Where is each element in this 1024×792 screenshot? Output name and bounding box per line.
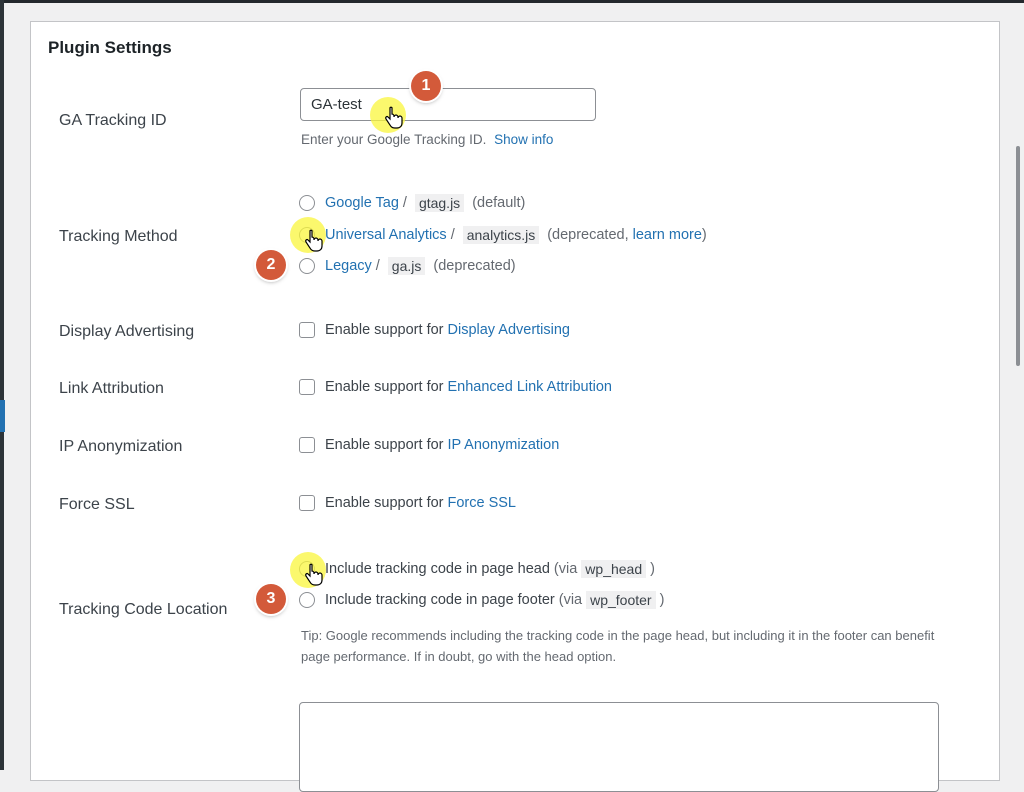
radio-gtag[interactable] (299, 195, 315, 211)
head-option-text: Include tracking code in page head (325, 561, 550, 577)
ga-tracking-id-input[interactable] (300, 88, 596, 121)
radio-footer[interactable] (299, 592, 315, 608)
via-close: ) (659, 592, 665, 608)
force-ssl-link[interactable]: Force SSL (448, 495, 517, 511)
display-advertising-label: Display Advertising (59, 323, 195, 340)
learn-more-link[interactable]: learn more (633, 227, 702, 243)
ip-anonymization-label: IP Anonymization (59, 438, 183, 455)
footer-option-text: Include tracking code in page footer (325, 592, 555, 608)
left-sidebar-edge (0, 0, 4, 770)
top-admin-bar (0, 0, 1024, 3)
suffix-close: ) (701, 227, 707, 243)
tracking-method-label: Tracking Method (59, 228, 178, 245)
separator: / (450, 227, 455, 243)
enable-support-text: Enable support for (325, 437, 444, 453)
via-text: (via (558, 592, 583, 608)
sidebar-collapse-tab[interactable] (0, 400, 5, 432)
tracking-code-location-label: Tracking Code Location (59, 601, 228, 618)
radio-legacy[interactable] (299, 258, 315, 274)
hand-pointer-icon (305, 229, 323, 252)
link-attribution-label: Link Attribution (59, 380, 164, 397)
legacy-link[interactable]: Legacy (325, 258, 372, 274)
ip-anonymization-option[interactable]: Enable support for IP Anonymization (299, 437, 559, 453)
suffix-deprecated: (deprecated, (547, 227, 629, 243)
ip-anonymization-checkbox[interactable] (299, 437, 315, 453)
step-badge-1: 1 (411, 71, 441, 101)
google-tag-link[interactable]: Google Tag (325, 195, 399, 211)
step-badge-3: 3 (256, 584, 286, 614)
separator: / (402, 195, 407, 211)
tracking-id-help-text: Enter your Google Tracking ID. (301, 132, 487, 147)
display-advertising-link[interactable]: Display Advertising (448, 322, 571, 338)
link-attribution-link[interactable]: Enhanced Link Attribution (448, 379, 612, 395)
code-analytics: analytics.js (462, 226, 540, 244)
force-ssl-option[interactable]: Enable support for Force SSL (299, 495, 516, 511)
tracking-location-option-footer[interactable]: Include tracking code in page footer (vi… (299, 591, 664, 609)
page-scrollbar[interactable] (1013, 3, 1024, 770)
display-advertising-option[interactable]: Enable support for Display Advertising (299, 322, 570, 338)
code-wp-head: wp_head (581, 560, 647, 578)
via-text: (via (553, 561, 578, 577)
force-ssl-checkbox[interactable] (299, 495, 315, 511)
force-ssl-label: Force SSL (59, 496, 135, 513)
link-attribution-checkbox[interactable] (299, 379, 315, 395)
universal-analytics-link[interactable]: Universal Analytics (325, 227, 447, 243)
show-info-link[interactable]: Show info (494, 132, 553, 147)
via-close: ) (650, 561, 655, 577)
code-ga: ga.js (387, 257, 426, 275)
code-wp-footer: wp_footer (586, 591, 656, 609)
ga-tracking-id-label: GA Tracking ID (59, 112, 167, 129)
display-advertising-checkbox[interactable] (299, 322, 315, 338)
scrollbar-thumb[interactable] (1016, 146, 1020, 366)
panel-title: Plugin Settings (48, 38, 172, 57)
tracking-location-option-head[interactable]: Include tracking code in page head (via … (299, 560, 655, 578)
tracking-location-tip: Tip: Google recommends including the tra… (301, 628, 935, 664)
code-gtag: gtag.js (414, 194, 465, 212)
ga-tracking-id-description: Enter your Google Tracking ID. Show info (301, 132, 553, 147)
hand-pointer-icon (305, 563, 323, 586)
suffix-deprecated: (deprecated) (433, 258, 516, 274)
enable-support-text: Enable support for (325, 322, 444, 338)
enable-support-text: Enable support for (325, 379, 444, 395)
suffix-default: (default) (472, 195, 526, 211)
step-badge-2: 2 (256, 250, 286, 280)
custom-code-textarea[interactable] (299, 702, 939, 792)
tracking-method-option-legacy[interactable]: Legacy / ga.js (deprecated) (299, 257, 516, 275)
tracking-method-option-gtag[interactable]: Google Tag / gtag.js (default) (299, 194, 525, 212)
tracking-method-option-analytics[interactable]: Universal Analytics / analytics.js (depr… (299, 226, 707, 244)
link-attribution-option[interactable]: Enable support for Enhanced Link Attribu… (299, 379, 612, 395)
separator: / (375, 258, 380, 274)
hand-pointer-icon (385, 106, 403, 129)
plugin-settings-panel: Plugin Settings GA Tracking ID Enter you… (30, 21, 1000, 792)
ip-anonymization-link[interactable]: IP Anonymization (448, 437, 560, 453)
enable-support-text: Enable support for (325, 495, 444, 511)
